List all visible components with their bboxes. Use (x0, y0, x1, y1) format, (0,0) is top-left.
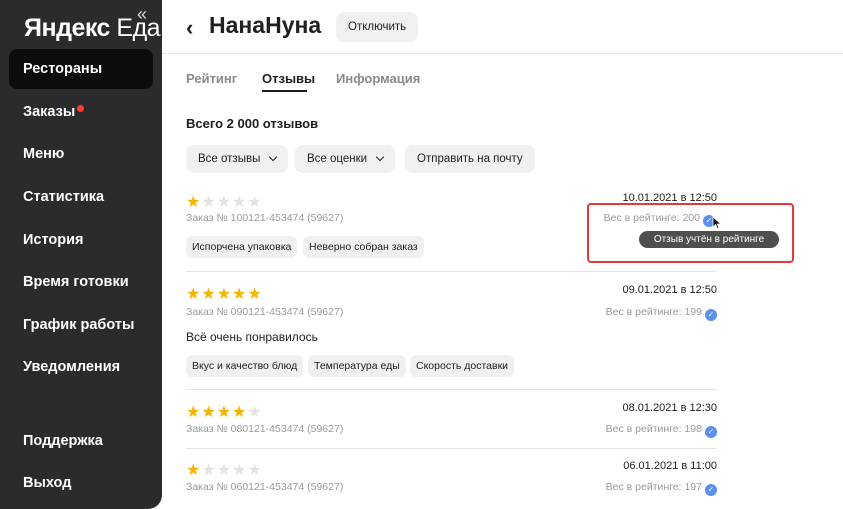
rating-weight-text: Вес в рейтинге: 197 (605, 481, 702, 493)
order-number: Заказ № 090121-453474 (59627) (186, 306, 344, 318)
review-comment: Всё очень понравилось (186, 330, 318, 344)
sidebar-item-notifications[interactable]: Уведомления (9, 347, 153, 387)
star-empty-icon: ★ (216, 462, 233, 479)
send-email-button[interactable]: Отправить на почту (405, 145, 535, 173)
star-filled-icon: ★ (247, 286, 263, 303)
sidebar: Яндекс Еда « Рестораны Заказы Меню Стати… (0, 0, 162, 509)
sidebar-item-label: Статистика (23, 189, 105, 205)
rating-stars: ★★★★★ (186, 284, 263, 304)
review-date: 08.01.2021 в 12:30 (622, 402, 717, 414)
notification-dot-icon (77, 105, 85, 112)
disable-button[interactable]: Отключить (336, 12, 419, 42)
sidebar-item-cooking-time[interactable]: Время готовки (9, 262, 153, 302)
sidebar-item-label: Меню (23, 146, 65, 162)
dropdown-label: Все оценки (307, 153, 368, 165)
dropdown-label: Все отзывы (198, 153, 261, 165)
star-filled-icon: ★ (216, 404, 233, 421)
sidebar-item-restaurants[interactable]: Рестораны (9, 49, 153, 89)
sidebar-item-schedule[interactable]: График работы (9, 305, 153, 345)
reviews-total: Всего 2 000 отзывов (186, 116, 319, 131)
star-filled-icon: ★ (186, 286, 202, 303)
order-number: Заказ № 060121-453474 (59627) (186, 481, 344, 493)
header-divider (162, 53, 843, 54)
sidebar-item-label: Выход (23, 475, 72, 491)
verified-check-icon[interactable]: ✓ (705, 484, 717, 496)
logo-text-yandex: Яндекс (24, 14, 110, 42)
sidebar-item-history[interactable]: История (9, 220, 153, 260)
star-empty-icon: ★ (201, 462, 217, 479)
review-tag: Вкус и качество блюд (186, 355, 304, 377)
rating-stars: ★★★★★ (186, 460, 263, 480)
star-empty-icon: ★ (247, 462, 263, 479)
sidebar-item-menu[interactable]: Меню (9, 134, 153, 174)
star-filled-icon: ★ (186, 404, 202, 421)
sidebar-item-statistics[interactable]: Статистика (9, 177, 153, 217)
sidebar-item-label: Рестораны (23, 61, 103, 77)
star-filled-icon: ★ (232, 404, 248, 421)
star-filled-icon: ★ (201, 286, 217, 303)
sidebar-item-label: Время готовки (23, 274, 129, 290)
sidebar-item-label: График работы (23, 317, 135, 333)
active-tab-indicator (262, 90, 307, 92)
verified-check-icon[interactable]: ✓ (705, 426, 717, 438)
review-tag: Испорчена упаковка (186, 236, 298, 258)
mouse-cursor-icon (712, 216, 722, 230)
back-arrow-icon[interactable]: ‹ (186, 15, 193, 41)
sidebar-item-support[interactable]: Поддержка (9, 421, 153, 461)
review-tag: Температура еды (308, 355, 406, 377)
chevron-down-icon (375, 152, 385, 162)
chevron-down-icon (269, 152, 278, 162)
rating-stars: ★★★★★ (186, 402, 263, 422)
star-empty-icon: ★ (216, 194, 233, 211)
rating-weight: Вес в рейтинге: 197 ✓ (606, 481, 717, 496)
rating-weight-text: Вес в рейтинге: 198 (605, 423, 702, 435)
review-item: ★★★★★ 09.01.2021 в 12:50 Заказ № 090121-… (186, 284, 717, 379)
star-empty-icon: ★ (247, 194, 263, 211)
star-empty-icon: ★ (232, 462, 248, 479)
sidebar-item-label: Уведомления (23, 359, 121, 375)
star-filled-icon: ★ (216, 286, 233, 303)
star-filled-icon: ★ (186, 194, 202, 211)
verified-check-icon[interactable]: ✓ (705, 309, 717, 321)
star-filled-icon: ★ (186, 462, 202, 479)
page-title: НанаНуна (209, 12, 322, 38)
rating-stars: ★★★★★ (186, 192, 263, 212)
sidebar-item-orders[interactable]: Заказы (9, 92, 153, 132)
review-divider (186, 271, 717, 272)
review-divider (186, 448, 717, 449)
review-tag: Неверно собран заказ (303, 236, 424, 258)
review-item: ★★★★★ 06.01.2021 в 11:00 Заказ № 060121-… (186, 460, 717, 500)
review-date: 06.01.2021 в 11:00 (623, 460, 717, 472)
sidebar-item-logout[interactable]: Выход (9, 463, 153, 503)
star-filled-icon: ★ (232, 286, 248, 303)
star-empty-icon: ★ (247, 404, 263, 421)
all-reviews-dropdown[interactable]: Все отзывы (186, 145, 289, 173)
sidebar-item-label: История (23, 232, 84, 248)
order-number: Заказ № 100121-453474 (59627) (186, 212, 344, 224)
tooltip: Отзыв учтён в рейтинге (639, 231, 779, 248)
rating-weight: Вес в рейтинге: 199 ✓ (606, 306, 717, 321)
collapse-sidebar-icon[interactable]: « (137, 4, 147, 25)
tab-rating[interactable]: Рейтинг (186, 71, 237, 86)
review-date: 09.01.2021 в 12:50 (622, 284, 717, 296)
star-filled-icon: ★ (201, 404, 217, 421)
review-item: ★★★★★ 08.01.2021 в 12:30 Заказ № 080121-… (186, 402, 717, 442)
sidebar-item-label: Заказы (23, 104, 76, 120)
review-divider (186, 389, 717, 390)
rating-weight-text: Вес в рейтинге: 199 (605, 306, 702, 318)
star-empty-icon: ★ (201, 194, 217, 211)
order-number: Заказ № 080121-453474 (59627) (186, 423, 344, 435)
tab-reviews[interactable]: Отзывы (262, 71, 315, 86)
star-empty-icon: ★ (232, 194, 248, 211)
all-ratings-dropdown[interactable]: Все оценки (295, 145, 396, 173)
sidebar-item-label: Поддержка (23, 433, 103, 449)
rating-weight: Вес в рейтинге: 198 ✓ (606, 423, 717, 438)
review-tag: Скорость доставки (410, 355, 515, 377)
tab-information[interactable]: Информация (336, 71, 420, 86)
